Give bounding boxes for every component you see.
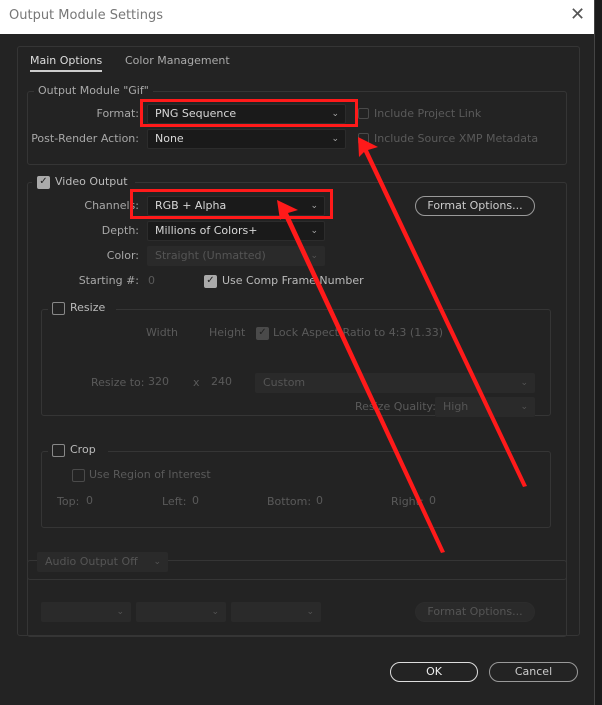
annotation-arrows	[277, 137, 527, 553]
arrow-to-format	[358, 137, 527, 487]
arrow-to-channels	[277, 200, 445, 553]
